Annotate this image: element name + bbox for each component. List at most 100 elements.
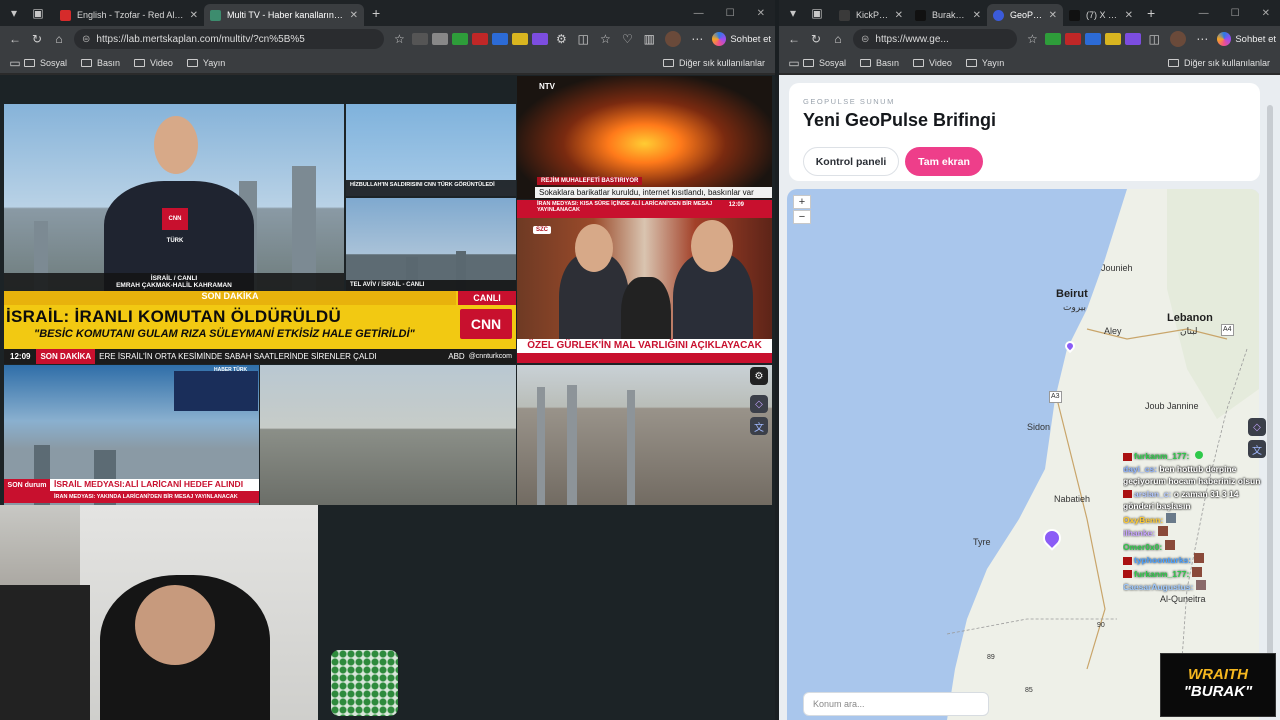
favorites-icon[interactable]: ☆	[594, 32, 616, 46]
road-shield-85: 85	[1025, 687, 1033, 694]
split-screen-icon[interactable]: ◫	[1143, 32, 1165, 46]
tel-aviv-live-tile[interactable]: TEL AVİV / İSRAİL - CANLI	[346, 198, 516, 291]
extension-icon[interactable]	[1065, 33, 1082, 45]
fullscreen-button[interactable]: Tam ekran	[905, 147, 983, 176]
gaza-skyline-tile[interactable]	[260, 365, 516, 505]
map-label-lebanon-ar: لبنان	[1180, 326, 1198, 336]
tel-aviv-skyline-tile[interactable]: ⚙ ◇ 文	[517, 365, 772, 505]
settings-gear-icon[interactable]: ⚙	[750, 367, 768, 385]
streamer-brand-logo: WRAITH "BURAK"	[1160, 653, 1276, 717]
extension-panel-icon[interactable]: ◇	[750, 395, 768, 413]
bookmark-sosyal[interactable]: Sosyal	[803, 58, 846, 68]
extension-icon[interactable]	[412, 33, 429, 45]
bookmark-yayin[interactable]: Yayın	[186, 58, 225, 68]
close-icon[interactable]: ✕	[1049, 10, 1057, 21]
split-screen-icon[interactable]: ◫	[572, 32, 594, 46]
extension-panel-icon[interactable]: ◇	[1248, 418, 1266, 436]
control-panel-button[interactable]: Kontrol paneli	[803, 147, 899, 176]
maximize-icon[interactable]: ☐	[1231, 8, 1240, 19]
extension-icon[interactable]	[512, 33, 529, 45]
extension-icon[interactable]	[432, 33, 449, 45]
other-favorites[interactable]: Diğer sık kullanılanlar	[1167, 58, 1270, 68]
close-icon[interactable]: ✕	[895, 10, 903, 21]
other-favorites[interactable]: Diğer sık kullanılanlar	[662, 58, 765, 68]
bookmark-sosyal[interactable]: Sosyal	[24, 58, 67, 68]
refresh-icon[interactable]: ↻	[805, 32, 827, 46]
close-icon[interactable]: ✕	[1125, 10, 1133, 21]
copilot-button[interactable]: Sohbet et	[712, 32, 771, 46]
cnn-turk-live-tile[interactable]: CNN TÜRK İSRAİL / CANLI EMRAH ÇAKMAK-HAL…	[4, 104, 344, 291]
profile-avatar[interactable]	[665, 31, 682, 47]
extension-icon[interactable]	[1105, 33, 1122, 45]
extension-icon[interactable]	[472, 33, 489, 45]
bookmark-basin[interactable]: Basın	[81, 58, 120, 68]
tab-red-alert[interactable]: English - Tzofar - Red Alert ✕	[54, 4, 204, 26]
zoom-out-button[interactable]: −	[793, 210, 811, 224]
new-tab-button[interactable]: +	[1147, 5, 1155, 21]
new-tab-button[interactable]: +	[372, 5, 380, 21]
back-icon[interactable]: ←	[4, 32, 26, 46]
tab-list-icon[interactable]: ▾	[4, 3, 24, 23]
folder-icon	[81, 58, 93, 67]
extension-icon[interactable]	[452, 33, 469, 45]
workspaces-icon[interactable]: ▣	[28, 3, 48, 23]
tab-list-icon[interactable]: ▾	[783, 3, 803, 23]
profile-avatar[interactable]	[1170, 31, 1187, 47]
minimize-icon[interactable]: —	[1199, 8, 1209, 19]
stream-chat-overlay: furkanm_177: dayi_cs: ben hottub derpine…	[1123, 450, 1263, 594]
extension-icon[interactable]	[1125, 33, 1142, 45]
bookmark-video[interactable]: Video	[913, 58, 952, 68]
emote-icon	[1194, 451, 1203, 459]
maximize-icon[interactable]: ☐	[726, 8, 735, 19]
site-info-icon[interactable]: ⊜	[82, 34, 90, 45]
refresh-icon[interactable]: ↻	[26, 32, 48, 46]
reading-list-icon[interactable]: ▭	[785, 56, 803, 70]
extension-icon[interactable]	[1045, 33, 1062, 45]
tab-kickpeek[interactable]: KickPeek - ✕	[833, 4, 909, 26]
puzzle-icon[interactable]: ⚙	[550, 32, 572, 46]
site-info-icon[interactable]: ⊜	[861, 34, 869, 45]
collections-icon[interactable]: ♡	[616, 32, 638, 46]
page-scrollbar[interactable]	[1267, 105, 1273, 665]
minimize-icon[interactable]: —	[694, 8, 704, 19]
haberturk-tile[interactable]: HABER TÜRK SON durum İSRAİL MEDYASI:ALİ …	[4, 365, 259, 505]
tab-geopulse[interactable]: GeoPulse ✕	[987, 4, 1063, 26]
home-icon[interactable]: ⌂	[48, 32, 70, 46]
reading-list-icon[interactable]: ▭	[6, 56, 24, 70]
close-window-icon[interactable]: ✕	[1262, 8, 1270, 19]
more-icon[interactable]: ⋯	[1191, 32, 1213, 46]
tab-x-pro[interactable]: (7) X Pro ✕	[1063, 4, 1139, 26]
hezbollah-attack-tile[interactable]: HİZBULLAH'IN SALDIRISINI CNN TÜRK GÖRÜNT…	[346, 104, 516, 196]
copilot-button[interactable]: Sohbet et	[1217, 32, 1276, 46]
tab-multi-tv[interactable]: Multi TV - Haber kanallarını aynı a ✕	[204, 4, 364, 26]
history-icon[interactable]: ▥	[638, 32, 660, 46]
brand-line-2: "BURAK"	[1183, 683, 1253, 700]
studio-inset	[174, 371, 258, 411]
url-input[interactable]: ⊜ https://lab.mertskaplan.com/multitv/?c…	[74, 29, 385, 49]
bookmark-video[interactable]: Video	[134, 58, 173, 68]
back-icon[interactable]: ←	[783, 32, 805, 46]
workspaces-icon[interactable]: ▣	[807, 3, 827, 23]
star-icon[interactable]: ☆	[1021, 32, 1043, 46]
extension-icon[interactable]	[1085, 33, 1102, 45]
close-window-icon[interactable]: ✕	[757, 8, 765, 19]
ntv-live-tile[interactable]: NTV REJİM MUHALEFETİ BASTIRIYOR Sokaklar…	[517, 76, 772, 199]
bookmark-yayin[interactable]: Yayın	[965, 58, 1004, 68]
more-icon[interactable]: ⋯	[686, 32, 708, 46]
emote-icon	[1165, 539, 1176, 550]
home-icon[interactable]: ⌂	[827, 32, 849, 46]
close-icon[interactable]: ✕	[190, 10, 198, 21]
szc-logo: SZC	[533, 226, 551, 234]
bookmark-basin[interactable]: Basın	[860, 58, 899, 68]
location-search-input[interactable]: Konum ara...	[803, 692, 989, 716]
extension-icon[interactable]	[532, 33, 549, 45]
tab-buraksakin[interactable]: BurakSakin ✕	[909, 4, 987, 26]
translate-icon[interactable]: 文	[750, 417, 768, 435]
close-icon[interactable]: ✕	[973, 10, 981, 21]
url-input[interactable]: ⊜ https://www.ge...	[853, 29, 1018, 49]
zoom-in-button[interactable]: +	[793, 195, 811, 209]
sozcu-tv-tile[interactable]: İRAN MEDYASI: KISA SÜRE İÇİNDE ALİ LARİC…	[517, 200, 772, 363]
star-icon[interactable]: ☆	[388, 32, 410, 46]
close-icon[interactable]: ✕	[350, 10, 358, 21]
extension-icon[interactable]	[492, 33, 509, 45]
